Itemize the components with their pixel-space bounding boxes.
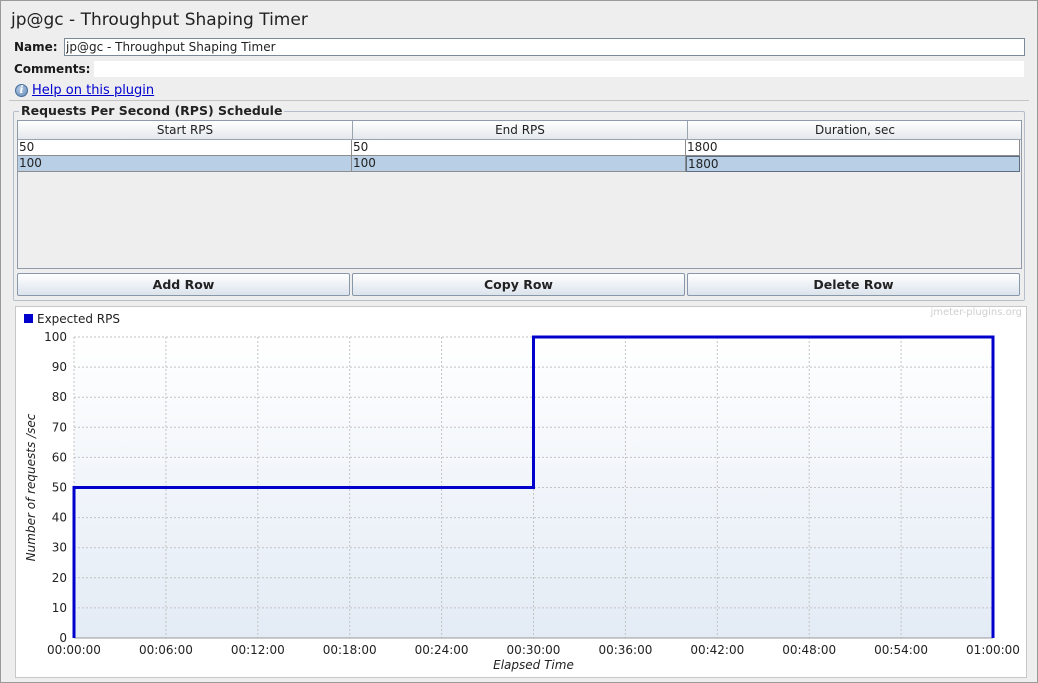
y-tick-label: 100	[44, 330, 67, 344]
y-tick-label: 70	[52, 420, 67, 434]
x-tick-label: 00:24:00	[415, 643, 469, 657]
end-rps-cell[interactable]: 100	[352, 156, 686, 172]
x-tick-label: 01:00:00	[966, 643, 1020, 657]
table-row-selected[interactable]: 100 100 1800	[18, 156, 1021, 172]
y-tick-label: 50	[52, 481, 67, 495]
duration-cell[interactable]: 1800	[686, 140, 1020, 156]
legend-swatch	[24, 314, 33, 323]
x-tick-label: 00:12:00	[231, 643, 285, 657]
y-tick-label: 90	[52, 360, 67, 374]
chart-svg: 010203040506070809010000:00:00 00:06:00 00…	[24, 312, 1020, 672]
y-tick-label: 10	[52, 601, 67, 615]
expected-rps-chart: jmeter-plugins.org 0 10 20 30 40 50 60 70 80 90 10…	[15, 306, 1027, 678]
divider	[9, 100, 1029, 101]
y-tick-label: 30	[52, 541, 67, 555]
table-header: Start RPS End RPS Duration, sec	[18, 121, 1021, 140]
x-axis-label: Elapsed Time	[493, 658, 574, 672]
column-header-duration[interactable]: Duration, sec	[688, 121, 1021, 140]
comments-label: Comments:	[14, 62, 91, 76]
delete-row-button[interactable]: Delete Row	[687, 273, 1020, 296]
x-tick-label: 00:06:00	[139, 643, 193, 657]
legend-label: Expected RPS	[37, 312, 120, 326]
y-tick-label: 80	[52, 390, 67, 404]
y-tick-label: 40	[52, 511, 67, 525]
column-header-start-rps[interactable]: Start RPS	[18, 121, 353, 140]
duration-cell[interactable]: 1800	[686, 156, 1020, 172]
name-field[interactable]	[64, 38, 1025, 56]
name-label: Name:	[14, 40, 58, 54]
start-rps-cell[interactable]: 50	[18, 140, 352, 156]
throughput-shaping-timer-panel: jp@gc - Throughput Shaping Timer Name: C…	[0, 0, 1038, 683]
x-tick-label: 00:36:00	[598, 643, 652, 657]
end-rps-cell[interactable]: 50	[352, 140, 686, 156]
help-link[interactable]: Help on this plugin	[32, 83, 154, 98]
add-row-button[interactable]: Add Row	[17, 273, 350, 296]
help-row: i Help on this plugin	[15, 81, 154, 99]
rps-schedule-title: Requests Per Second (RPS) Schedule	[19, 103, 285, 118]
x-tick-label: 00:18:00	[323, 643, 377, 657]
start-rps-cell[interactable]: 100	[18, 156, 352, 172]
y-axis-label: Number of requests /sec	[24, 413, 38, 561]
x-tick-label: 00:30:00	[507, 643, 561, 657]
schedule-table[interactable]: Start RPS End RPS Duration, sec 50 50 18…	[17, 120, 1022, 269]
y-tick-label: 60	[52, 450, 67, 464]
info-icon: i	[15, 83, 28, 97]
column-header-end-rps[interactable]: End RPS	[353, 121, 688, 140]
x-tick-label: 00:42:00	[690, 643, 744, 657]
copy-row-button[interactable]: Copy Row	[352, 273, 685, 296]
page-title: jp@gc - Throughput Shaping Timer	[11, 10, 308, 30]
x-tick-label: 00:54:00	[874, 643, 928, 657]
x-tick-label: 00:48:00	[782, 643, 836, 657]
x-tick-label: 00:00:00	[47, 643, 101, 657]
table-row[interactable]: 50 50 1800	[18, 140, 1021, 156]
y-tick-label: 20	[52, 571, 67, 585]
comments-field[interactable]	[94, 61, 1024, 77]
